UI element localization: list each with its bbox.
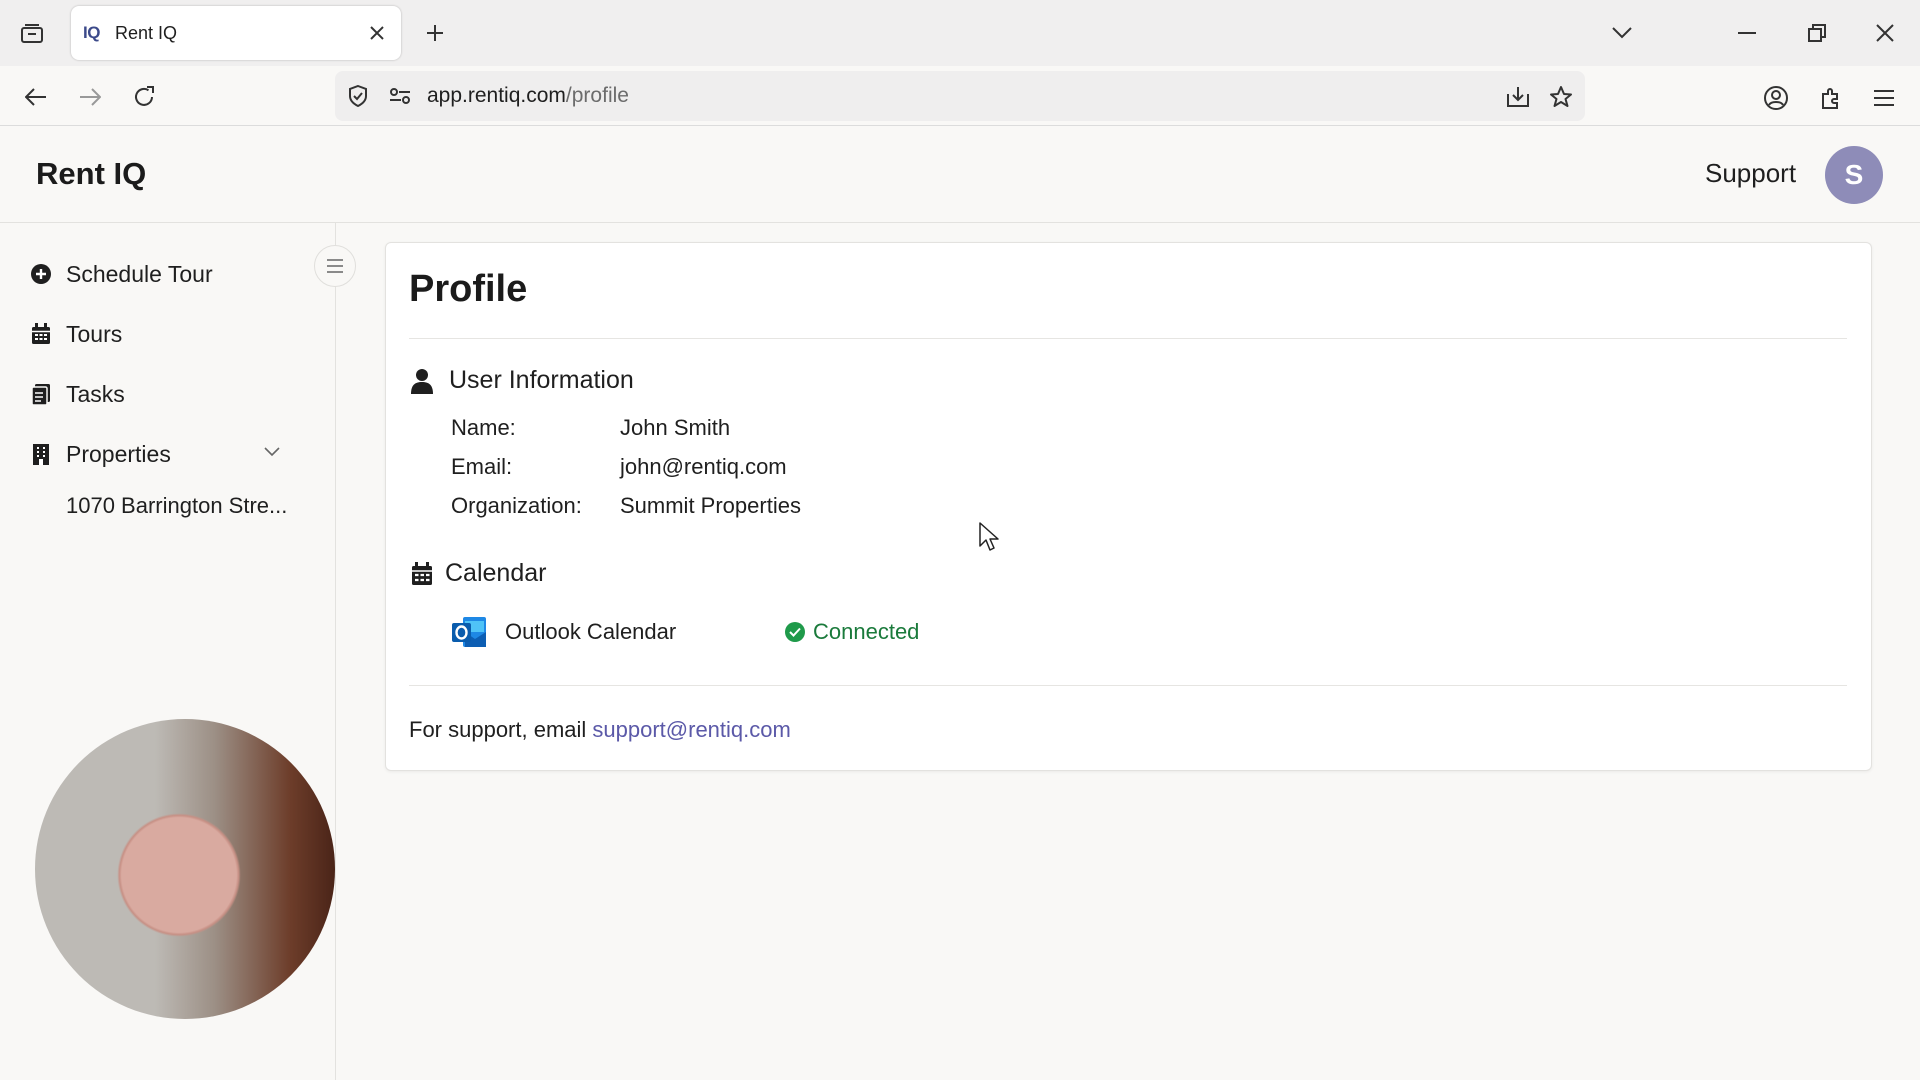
bookmark-star-icon[interactable] xyxy=(1546,82,1576,112)
page-title: Profile xyxy=(409,268,528,310)
app-header xyxy=(0,127,1920,223)
field-label-organization: Organization: xyxy=(451,493,582,518)
sidebar-item-schedule-tour[interactable]: Schedule Tour xyxy=(30,254,213,294)
sidebar-item-tasks[interactable]: Tasks xyxy=(30,374,125,414)
tab-close-icon[interactable] xyxy=(359,15,395,51)
profile-card xyxy=(385,242,1872,771)
close-window-icon[interactable] xyxy=(1868,16,1902,50)
section-title-user-information: User Information xyxy=(409,366,634,395)
check-circle-icon xyxy=(785,622,805,642)
user-avatar[interactable]: S xyxy=(1825,146,1883,204)
field-value-name: John Smith xyxy=(620,415,731,440)
status-label: Connected xyxy=(813,619,920,644)
menu-icon[interactable] xyxy=(1867,81,1901,115)
building-icon xyxy=(30,443,52,465)
url-path: /profile xyxy=(565,84,629,107)
sidebar-item-label: Schedule Tour xyxy=(66,260,213,287)
sidebar-subitem-property[interactable]: 1070 Barrington Stre... xyxy=(66,493,291,519)
plus-circle-icon xyxy=(30,263,52,285)
sidebar-item-properties[interactable]: Properties xyxy=(30,434,171,474)
section-title-label: User Information xyxy=(449,366,634,394)
browser-tab-bar: IQ Rent IQ xyxy=(0,0,1920,66)
calendar-provider-name: Outlook Calendar xyxy=(505,619,677,644)
sidebar-item-label: Tasks xyxy=(66,380,125,407)
section-title-calendar: Calendar xyxy=(409,559,546,588)
field-value-organization: Summit Properties xyxy=(620,493,801,518)
url-text[interactable]: app.rentiq.com/profile xyxy=(427,84,629,108)
browser-tab-active[interactable]: IQ Rent IQ xyxy=(71,6,401,60)
support-email-link[interactable]: support@rentiq.com xyxy=(592,717,790,742)
support-prefix: For support, email xyxy=(409,717,593,742)
section-title-label: Calendar xyxy=(445,559,547,587)
tab-list-chevron-icon[interactable] xyxy=(1605,16,1639,50)
back-icon[interactable] xyxy=(18,79,54,115)
divider xyxy=(409,338,1847,339)
account-icon[interactable] xyxy=(1759,81,1793,115)
field-value-email: john@rentiq.com xyxy=(620,454,787,479)
url-host: app.rentiq.com xyxy=(427,84,566,107)
outlook-icon xyxy=(451,615,487,649)
calendar-status: Connected xyxy=(785,619,919,645)
support-link[interactable]: Support xyxy=(1705,158,1796,189)
app-logo[interactable]: Rent IQ xyxy=(36,156,146,192)
tab-favicon: IQ xyxy=(83,23,100,42)
webcam-overlay xyxy=(35,719,335,1019)
reload-icon[interactable] xyxy=(126,79,162,115)
forward-icon[interactable] xyxy=(72,79,108,115)
calendar-icon xyxy=(30,323,52,345)
chevron-down-icon[interactable] xyxy=(264,444,280,462)
tab-overview-icon[interactable] xyxy=(14,15,50,51)
sidebar-item-tours[interactable]: Tours xyxy=(30,314,122,354)
mouse-cursor-icon xyxy=(979,522,1001,557)
download-icon[interactable] xyxy=(1503,82,1533,112)
new-tab-icon[interactable] xyxy=(418,16,452,50)
restore-icon[interactable] xyxy=(1800,16,1834,50)
tab-title: Rent IQ xyxy=(115,22,178,43)
field-label-name: Name: xyxy=(451,415,516,440)
minimize-icon[interactable] xyxy=(1730,16,1764,50)
site-settings-icon[interactable] xyxy=(386,82,414,110)
support-note: For support, email support@rentiq.com xyxy=(409,717,791,743)
shield-icon[interactable] xyxy=(344,82,372,110)
sidebar-collapse-button[interactable] xyxy=(314,245,356,287)
user-icon xyxy=(409,368,435,394)
clipboard-icon xyxy=(30,383,52,405)
calendar-icon xyxy=(409,561,435,587)
extensions-icon[interactable] xyxy=(1814,81,1848,115)
sidebar-item-label: Properties xyxy=(66,440,171,467)
hamburger-icon xyxy=(327,259,343,273)
field-label-email: Email: xyxy=(451,454,513,479)
sidebar-item-label: Tours xyxy=(66,320,123,347)
divider xyxy=(409,685,1847,686)
